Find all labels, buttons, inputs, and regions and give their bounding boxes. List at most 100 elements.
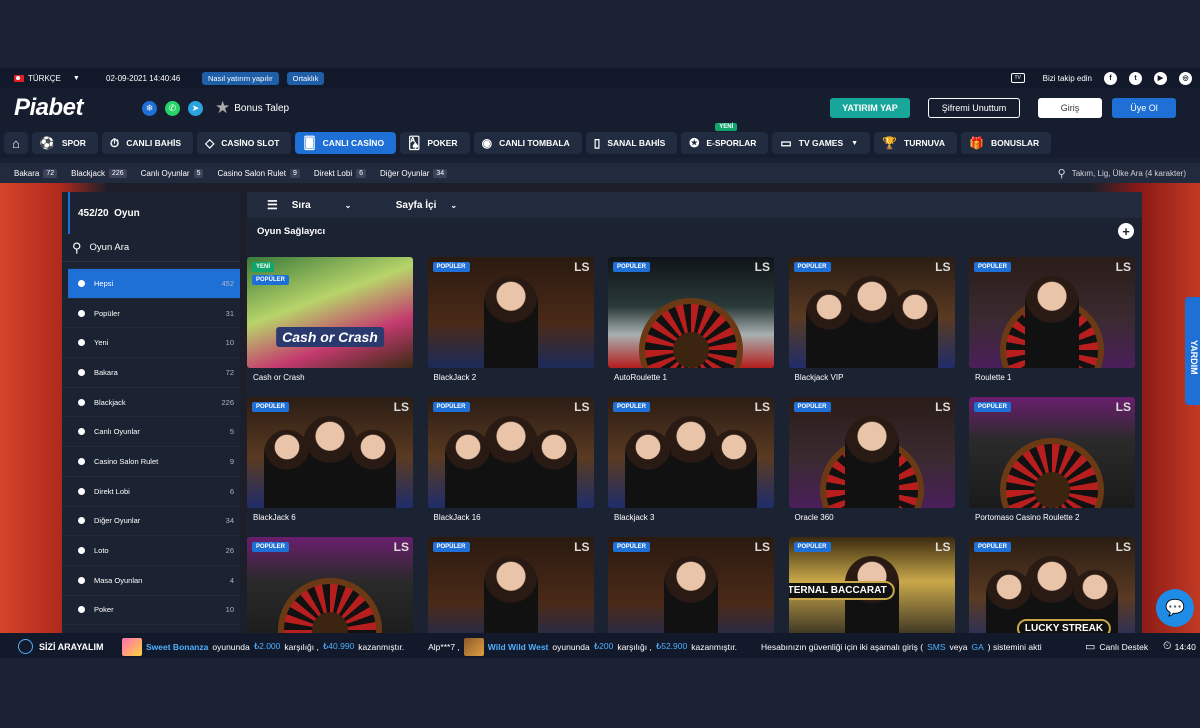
game-thumbnail[interactable]: LS POPÜLER bbox=[788, 257, 955, 368]
help-label[interactable]: YARDIM bbox=[1189, 340, 1199, 375]
game-card[interactable]: LS POPÜLER bbox=[427, 537, 594, 633]
nav-bonuslar[interactable]: 🎁 BONUSLAR bbox=[960, 132, 1052, 154]
game-card[interactable]: LS POPÜLER Blackjack VIP bbox=[788, 257, 955, 382]
headset-icon bbox=[18, 639, 33, 654]
per-page-dropdown[interactable]: Sayfa İçi ⌄ bbox=[396, 200, 500, 211]
language-selector[interactable]: TÜRKÇE ▼ bbox=[14, 74, 94, 83]
ticker-game: Wild Wild West bbox=[487, 641, 549, 652]
game-card[interactable]: LUCKY STREAK LS POPÜLER bbox=[969, 537, 1135, 633]
game-thumbnail[interactable]: LS POPÜLER bbox=[247, 397, 413, 508]
subnav-count: 5 bbox=[193, 168, 204, 178]
game-card[interactable]: LS POPÜLER bbox=[247, 537, 413, 633]
game-card[interactable]: LS POPÜLER AutoRoulette 1 bbox=[608, 257, 774, 382]
snowflake-icon[interactable]: ❄ bbox=[142, 100, 157, 116]
nav-label: TURNUVA bbox=[904, 138, 945, 148]
sort-dropdown[interactable]: Sıra ⌄ bbox=[292, 200, 396, 211]
game-card[interactable]: LS POPÜLER Blackjack 3 bbox=[608, 397, 774, 522]
subnav-search[interactable]: ⚲ Takım, Lig, Ülke Ara (4 karakter) bbox=[1058, 163, 1186, 183]
instagram-icon[interactable]: ◎ bbox=[1179, 71, 1192, 85]
nav-tv-games[interactable]: ▭ TV GAMES ▼ bbox=[772, 132, 871, 154]
game-thumbnail[interactable]: EXTERNAL BACCARAT LS POPÜLER bbox=[788, 537, 955, 633]
game-card[interactable]: LS POPÜLER Portomaso Casino Roulette 2 bbox=[969, 397, 1135, 522]
subnav-item[interactable]: Blackjack 226 bbox=[71, 168, 127, 178]
sidebar-item-popüler[interactable]: Popüler 31 bbox=[62, 297, 240, 328]
radio-dot-icon bbox=[78, 606, 85, 614]
game-search-input[interactable]: ⚲ Oyun Ara bbox=[62, 234, 240, 262]
game-thumbnail[interactable]: LS POPÜLER bbox=[788, 397, 955, 508]
plus-icon[interactable]: + bbox=[1118, 223, 1134, 239]
nav-casino-slot[interactable]: ◇ CASİNO SLOT bbox=[197, 132, 292, 154]
sidebar-item-poker[interactable]: Poker 10 bbox=[62, 594, 240, 625]
star-icon[interactable]: ★ bbox=[215, 98, 230, 118]
game-thumbnail[interactable]: LS POPÜLER bbox=[247, 537, 413, 633]
game-card[interactable]: LS POPÜLER BlackJack 2 bbox=[427, 257, 594, 382]
telegram-icon[interactable]: ➤ bbox=[188, 100, 203, 116]
how-to-deposit-link[interactable]: Nasıl yatırım yapılır bbox=[202, 71, 279, 85]
nav-sanal-bahis[interactable]: ▯ SANAL BAHİS bbox=[585, 132, 678, 154]
partnership-link[interactable]: Ortaklık bbox=[286, 71, 325, 85]
tv-icon[interactable]: TV bbox=[1010, 73, 1025, 83]
call-us-button[interactable]: SİZİ ARAYALIM bbox=[18, 639, 118, 654]
roulette-wheel-art bbox=[1000, 438, 1104, 508]
nav-e-sporlar[interactable]: YENİ ✪ E-SPORLAR bbox=[681, 123, 769, 154]
sidebar-item-rulet[interactable]: Rulet51 bbox=[62, 624, 240, 633]
nav-canli-casino[interactable]: 🂠 CANLI CASİNO bbox=[295, 132, 397, 154]
game-thumbnail[interactable]: LS POPÜLER bbox=[969, 257, 1135, 368]
sidebar-item-blackjack[interactable]: Blackjack 226 bbox=[62, 386, 240, 417]
chevron-down-icon: ⌄ bbox=[344, 200, 352, 210]
nav-poker[interactable]: 🂡 POKER bbox=[400, 132, 470, 154]
deposit-button[interactable]: YATIRIM YAP bbox=[830, 98, 910, 118]
twitter-icon[interactable]: t bbox=[1129, 71, 1142, 85]
game-thumbnail[interactable]: LUCKY STREAK LS POPÜLER bbox=[969, 537, 1135, 633]
sidebar-item-masa-oyunları[interactable]: Masa Oyunları 4 bbox=[62, 564, 240, 595]
nav-turnuva[interactable]: 🏆 TURNUVA bbox=[874, 132, 957, 154]
game-card[interactable]: LS POPÜLER bbox=[608, 537, 774, 633]
youtube-icon[interactable]: ▶ bbox=[1154, 71, 1167, 85]
subnav-item[interactable]: Direkt Lobi 6 bbox=[314, 168, 367, 178]
game-thumbnail[interactable]: LS POPÜLER bbox=[427, 257, 594, 368]
sidebar-item-casino-salon-rulet[interactable]: Casino Salon Rulet 9 bbox=[62, 446, 240, 476]
sidebar-item-hepsi[interactable]: Hepsi 452 bbox=[68, 268, 240, 298]
game-thumbnail[interactable]: LS POPÜLER bbox=[608, 397, 774, 508]
game-thumbnail[interactable]: LS POPÜLER bbox=[969, 397, 1135, 508]
subnav-item[interactable]: Diğer Oyunlar 34 bbox=[380, 168, 448, 178]
sidebar-item-direkt-lobi[interactable]: Direkt Lobi 6 bbox=[62, 475, 240, 506]
game-card[interactable]: LS POPÜLER BlackJack 6 bbox=[247, 397, 413, 522]
nav-canli-tombala[interactable]: ◉ CANLI TOMBALA bbox=[473, 132, 582, 154]
nav-home[interactable]: ⌂ bbox=[4, 132, 28, 154]
subnav-item[interactable]: Canlı Oyunlar 5 bbox=[141, 168, 204, 178]
sidebar-item-loto[interactable]: Loto 26 bbox=[62, 535, 240, 565]
forgot-password-button[interactable]: Şifremi Unuttum bbox=[928, 98, 1020, 118]
bonus-request-link[interactable]: Bonus Talep bbox=[234, 103, 289, 114]
game-card[interactable]: LS POPÜLER BlackJack 16 bbox=[427, 397, 594, 522]
nav-label: CANLI CASİNO bbox=[322, 138, 385, 148]
game-card[interactable]: LS POPÜLER Oracle 360 bbox=[788, 397, 955, 522]
game-thumbnail[interactable]: LS POPÜLER bbox=[427, 397, 594, 508]
sidebar-item-bakara[interactable]: Bakara 72 bbox=[62, 357, 240, 387]
game-thumbnail[interactable]: Cash or Crash YENİ POPÜLER bbox=[247, 257, 413, 368]
game-card[interactable]: EXTERNAL BACCARAT LS POPÜLER bbox=[788, 537, 955, 633]
subnav-item[interactable]: Casino Salon Rulet 9 bbox=[217, 168, 300, 178]
game-card[interactable]: LS POPÜLER Roulette 1 bbox=[969, 257, 1135, 382]
site-logo[interactable]: Piabet bbox=[14, 94, 142, 122]
whatsapp-icon[interactable]: ✆ bbox=[165, 100, 180, 116]
game-card[interactable]: Cash or Crash YENİ POPÜLER Cash or Crash bbox=[247, 257, 413, 382]
list-icon[interactable]: ☰ bbox=[267, 198, 278, 212]
login-button[interactable]: Giriş bbox=[1038, 98, 1102, 118]
sidebar-item-diğer-oyunlar[interactable]: Diğer Oyunlar 34 bbox=[62, 505, 240, 536]
register-button[interactable]: Üye Ol bbox=[1112, 98, 1176, 118]
sidebar-item-canlı-oyunlar[interactable]: Canlı Oyunlar 5 bbox=[62, 416, 240, 446]
nav-spor[interactable]: ⚽ SPOR bbox=[31, 132, 98, 154]
live-support-button[interactable]: ▭ Canlı Destek bbox=[1085, 633, 1148, 660]
game-thumbnail[interactable]: LS POPÜLER bbox=[427, 537, 594, 633]
subnav-item[interactable]: Bakara 72 bbox=[14, 168, 58, 178]
provider-label: Oyun Sağlayıcı bbox=[257, 225, 326, 237]
nav-canli-bahis[interactable]: ⏱ CANLI BAHİS bbox=[101, 132, 194, 154]
clock-icon: ⏲ bbox=[1163, 640, 1172, 652]
chat-bubble-icon[interactable]: 💬 bbox=[1156, 589, 1194, 627]
game-thumbnail[interactable]: LS POPÜLER bbox=[608, 257, 774, 368]
sidebar-item-yeni[interactable]: Yeni 10 bbox=[62, 327, 240, 357]
game-thumbnail[interactable]: LS POPÜLER bbox=[608, 537, 774, 633]
nav-label: BONUSLAR bbox=[990, 138, 1040, 148]
facebook-icon[interactable]: f bbox=[1104, 71, 1117, 85]
